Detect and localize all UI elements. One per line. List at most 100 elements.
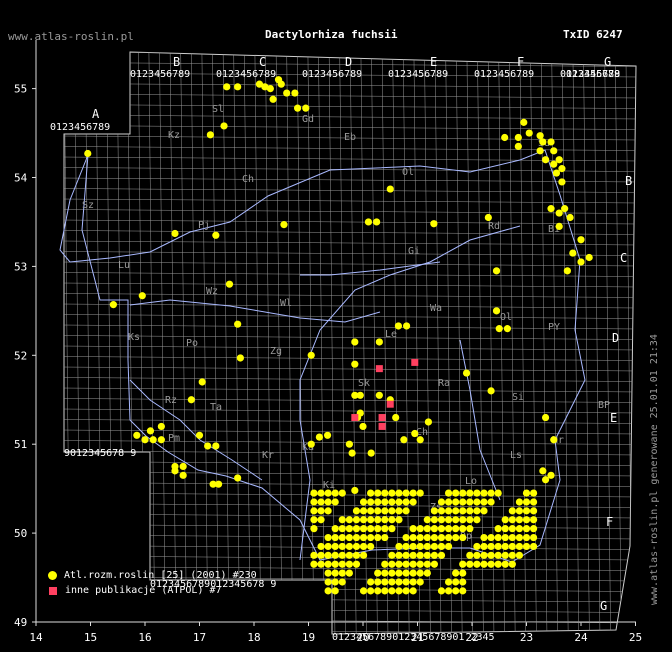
region-label: Pj (198, 220, 210, 231)
occurrence-dot (195, 431, 204, 439)
occurrence-dot (352, 533, 361, 542)
occurrence-dot (503, 325, 512, 333)
grid-line (64, 398, 636, 403)
occurrence-dot (547, 138, 555, 146)
grid-line (64, 608, 636, 613)
grid-line (64, 261, 636, 267)
occurrence-dot (430, 542, 438, 551)
occurrence-dot (388, 560, 396, 568)
occurrence-dot (437, 542, 446, 551)
occurrence-dot (331, 498, 339, 506)
occurrence-dot (409, 551, 417, 559)
occurrence-dot (394, 322, 403, 330)
occurrence-dot (494, 489, 502, 497)
occurrence-dot (437, 507, 446, 515)
grid-letter-right: C (620, 251, 627, 265)
occurrence-dot (444, 533, 453, 542)
y-tick-label: 49 (14, 616, 27, 629)
occurrence-dot (444, 578, 453, 586)
occurrence-dot (430, 560, 438, 568)
occurrence-dot (374, 525, 382, 533)
occurrence-dot (374, 498, 382, 506)
yellow-dot-icon (48, 571, 57, 580)
red-square-icon (49, 586, 57, 595)
occurrence-dot (416, 560, 424, 568)
region-label: Lo (465, 476, 477, 487)
occurrence-dot (525, 129, 533, 137)
occurrence-dot (352, 551, 361, 559)
grid-line (392, 52, 399, 634)
occurrence-dot (550, 147, 558, 155)
region-label: Wa (430, 303, 442, 314)
occurrence-dot (529, 489, 538, 497)
occurrence-dot (317, 551, 325, 559)
occurrence-dot (473, 551, 481, 559)
occurrence-dot (473, 498, 481, 506)
occurrence-dot (317, 498, 325, 506)
occurrence-dot (423, 569, 431, 577)
occurrence-dot (487, 551, 495, 559)
grid-line (434, 52, 442, 634)
occurrence-dot (515, 551, 524, 559)
occurrence-dot (331, 578, 339, 586)
publication-square (386, 400, 394, 408)
occurrence-dot (416, 569, 424, 577)
grid-line (254, 52, 262, 634)
occurrence-dot (514, 142, 522, 150)
occurrence-dot (403, 322, 411, 330)
occurrence-dot (395, 507, 403, 515)
grid-line (519, 52, 527, 634)
region-label: Wz (206, 286, 218, 297)
occurrence-dot (558, 178, 566, 186)
occurrence-dot (234, 474, 242, 482)
occurrence-dot (508, 560, 516, 568)
occurrence-dot (561, 205, 569, 213)
grid-line (201, 52, 209, 634)
occurrence-dot (424, 418, 432, 426)
occurrence-dot (338, 525, 346, 533)
occurrence-dot (381, 525, 389, 533)
occurrence-dot (381, 560, 389, 568)
y-tick-label: 50 (14, 527, 27, 540)
occurrence-dot (444, 525, 453, 533)
occurrence-dot (501, 533, 509, 542)
grid-line (64, 83, 636, 88)
x-tick-label: 16 (138, 631, 151, 644)
region-label: Ki (323, 480, 335, 491)
grid-line (212, 52, 219, 634)
occurrence-dot (459, 489, 467, 497)
grid-letter-right: G (600, 599, 607, 613)
grid-line (275, 52, 283, 634)
occurrence-dot (179, 471, 187, 479)
occurrence-dot (522, 516, 531, 524)
occurrence-dot (409, 569, 417, 577)
occurrence-dot (381, 587, 389, 595)
occurrence-dot (310, 489, 318, 497)
occurrence-dot (515, 498, 524, 506)
grid-line (64, 282, 636, 288)
occurrence-dot (466, 507, 474, 515)
occurrence-dot (515, 516, 524, 524)
occurrence-dot (375, 338, 383, 346)
occurrence-dot (452, 578, 460, 586)
occurrence-dot (338, 533, 346, 542)
occurrence-dot (367, 533, 375, 542)
occurrence-dot (307, 440, 315, 448)
occurrence-dot (351, 338, 359, 346)
occurrence-dot (324, 569, 332, 577)
occurrence-dot (515, 507, 524, 515)
publication-square (351, 414, 359, 422)
publication-square (378, 414, 386, 422)
occurrence-dot (395, 498, 403, 506)
occurrence-dot (157, 436, 165, 444)
occurrence-dot (452, 587, 460, 595)
grid-letter-right: E (610, 411, 617, 425)
occurrence-dot (324, 578, 332, 586)
region-label: Si (512, 392, 524, 403)
region-label: Gi (408, 246, 420, 257)
occurrence-dot (430, 507, 438, 515)
occurrence-dot (345, 569, 353, 577)
region-label: Ch (242, 174, 254, 185)
occurrence-dot (541, 413, 550, 422)
occurrence-dot (416, 525, 424, 533)
